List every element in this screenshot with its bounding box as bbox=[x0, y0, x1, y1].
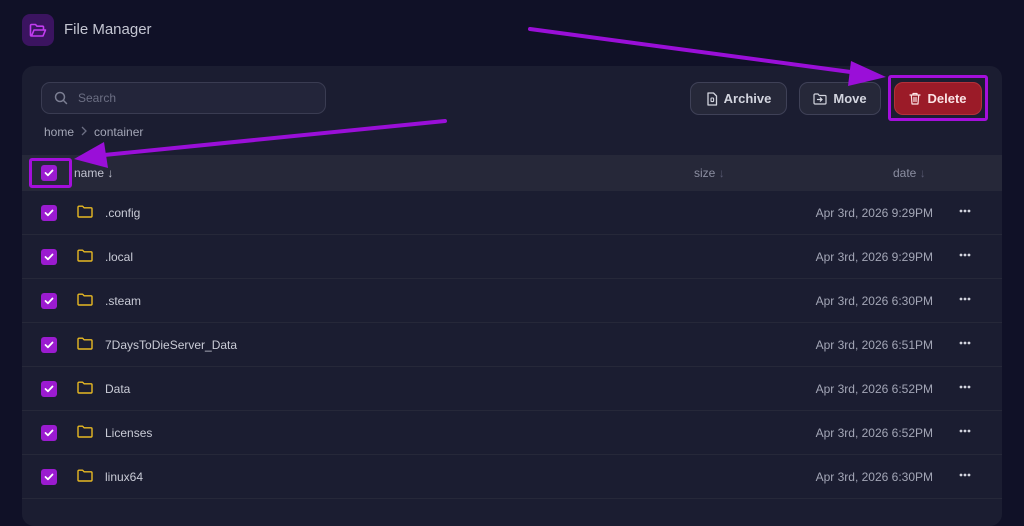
table-row[interactable]: Licenses Apr 3rd, 2026 6:52PM bbox=[22, 411, 1002, 455]
column-name-label: name bbox=[74, 166, 105, 180]
file-date: Apr 3rd, 2026 9:29PM bbox=[815, 206, 933, 220]
row-checkbox[interactable] bbox=[41, 425, 57, 441]
folder-icon bbox=[77, 249, 93, 267]
row-checkbox[interactable] bbox=[41, 381, 57, 397]
highlight-box-delete bbox=[888, 75, 988, 121]
move-button[interactable]: Move bbox=[799, 82, 881, 115]
table-header: name ↓ size ↓ date ↓ bbox=[22, 155, 1002, 191]
archive-button[interactable]: Archive bbox=[690, 82, 787, 115]
row-checkbox[interactable] bbox=[41, 205, 57, 221]
table-row[interactable]: .local Apr 3rd, 2026 9:29PM bbox=[22, 235, 1002, 279]
folder-open-icon bbox=[29, 23, 47, 37]
search-icon bbox=[54, 91, 68, 105]
more-options-icon[interactable] bbox=[958, 248, 972, 267]
highlight-box-select-all bbox=[29, 158, 72, 188]
file-name[interactable]: 7DaysToDieServer_Data bbox=[105, 338, 237, 352]
more-options-icon[interactable] bbox=[958, 204, 972, 223]
file-name[interactable]: .local bbox=[105, 250, 133, 264]
row-checkbox[interactable] bbox=[41, 249, 57, 265]
app-title: File Manager bbox=[64, 21, 152, 38]
folder-icon bbox=[77, 205, 93, 223]
app-logo bbox=[22, 14, 54, 46]
file-date: Apr 3rd, 2026 6:30PM bbox=[815, 470, 933, 484]
file-date: Apr 3rd, 2026 6:52PM bbox=[815, 382, 933, 396]
breadcrumb: home container bbox=[44, 125, 143, 139]
table-row[interactable]: 7DaysToDieServer_Data Apr 3rd, 2026 6:51P… bbox=[22, 323, 1002, 367]
search-box[interactable] bbox=[41, 82, 326, 114]
check-icon bbox=[44, 473, 54, 481]
file-name[interactable]: Data bbox=[105, 382, 130, 396]
table-row[interactable]: .steam Apr 3rd, 2026 6:30PM bbox=[22, 279, 1002, 323]
file-date: Apr 3rd, 2026 9:29PM bbox=[815, 250, 933, 264]
check-icon bbox=[44, 385, 54, 393]
folder-move-icon bbox=[813, 92, 827, 105]
sort-arrow-down-icon: ↓ bbox=[107, 166, 114, 180]
check-icon bbox=[44, 341, 54, 349]
more-options-icon[interactable] bbox=[958, 468, 972, 487]
table-row[interactable]: linux64 Apr 3rd, 2026 6:30PM bbox=[22, 455, 1002, 499]
more-options-icon[interactable] bbox=[958, 380, 972, 399]
more-options-icon[interactable] bbox=[958, 424, 972, 443]
column-date[interactable]: date ↓ bbox=[893, 166, 926, 180]
file-date: Apr 3rd, 2026 6:30PM bbox=[815, 294, 933, 308]
row-checkbox[interactable] bbox=[41, 469, 57, 485]
row-checkbox[interactable] bbox=[41, 293, 57, 309]
column-size-label: size bbox=[694, 166, 716, 180]
sort-arrow-down-icon: ↓ bbox=[919, 166, 926, 180]
chevron-right-icon bbox=[80, 125, 88, 139]
file-name[interactable]: linux64 bbox=[105, 470, 143, 484]
check-icon bbox=[44, 297, 54, 305]
file-name[interactable]: Licenses bbox=[105, 426, 152, 440]
file-name[interactable]: .config bbox=[105, 206, 140, 220]
table-row[interactable]: .config Apr 3rd, 2026 9:29PM bbox=[22, 191, 1002, 235]
more-options-icon[interactable] bbox=[958, 336, 972, 355]
file-name[interactable]: .steam bbox=[105, 294, 141, 308]
table-row[interactable]: Data Apr 3rd, 2026 6:52PM bbox=[22, 367, 1002, 411]
file-panel: Archive Move Delete home container name … bbox=[22, 66, 1002, 526]
folder-icon bbox=[77, 381, 93, 399]
breadcrumb-home[interactable]: home bbox=[44, 125, 74, 139]
column-date-label: date bbox=[893, 166, 917, 180]
move-label: Move bbox=[833, 91, 867, 106]
file-date: Apr 3rd, 2026 6:52PM bbox=[815, 426, 933, 440]
check-icon bbox=[44, 429, 54, 437]
folder-icon bbox=[77, 469, 93, 487]
folder-icon bbox=[77, 337, 93, 355]
column-name[interactable]: name ↓ bbox=[74, 166, 113, 180]
search-input[interactable] bbox=[76, 90, 310, 106]
check-icon bbox=[44, 209, 54, 217]
more-options-icon[interactable] bbox=[958, 292, 972, 311]
file-date: Apr 3rd, 2026 6:51PM bbox=[815, 338, 933, 352]
column-size[interactable]: size ↓ bbox=[694, 166, 725, 180]
sort-arrow-down-icon: ↓ bbox=[718, 166, 725, 180]
check-icon bbox=[44, 253, 54, 261]
breadcrumb-container[interactable]: container bbox=[94, 125, 143, 139]
folder-icon bbox=[77, 293, 93, 311]
row-checkbox[interactable] bbox=[41, 337, 57, 353]
folder-icon bbox=[77, 425, 93, 443]
archive-label: Archive bbox=[723, 91, 772, 106]
archive-icon bbox=[706, 91, 717, 106]
